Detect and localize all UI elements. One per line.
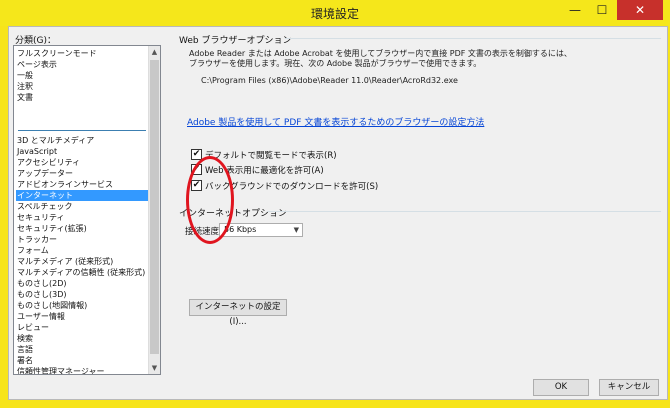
web-browser-heading: Web ブラウザーオプション	[179, 36, 292, 46]
close-button[interactable]: ✕	[617, 0, 663, 20]
list-item[interactable]: スペルチェック	[16, 201, 148, 212]
minimize-button[interactable]: —	[562, 0, 588, 20]
reader-path: C:\Program Files (x86)\Adobe\Reader 11.0…	[201, 76, 458, 85]
list-item[interactable]: ユーザー情報	[16, 311, 148, 322]
checkbox-read-mode[interactable]: ✔	[191, 149, 202, 160]
scroll-down-icon[interactable]: ▼	[149, 362, 160, 374]
list-item[interactable]: トラッカー	[16, 234, 148, 245]
list-item[interactable]: セキュリティ	[16, 212, 148, 223]
group-divider	[285, 38, 661, 39]
checkbox-background-download[interactable]: ✔	[191, 180, 202, 191]
list-item[interactable]: ページ表示	[16, 59, 148, 70]
dialog-body: 分類(G)： ▲ ▼ フルスクリーンモード ページ表示 一般 注釈 文書 3D とマルチメ…	[8, 26, 668, 400]
checkbox-background-download-label[interactable]: バックグラウンドでのダウンロードを許可(S)	[205, 180, 378, 192]
category-scrollbar[interactable]: ▲ ▼	[148, 46, 160, 374]
list-item[interactable]: アクセシビリティ	[16, 157, 148, 168]
chevron-down-icon: ▼	[293, 226, 299, 234]
list-item[interactable]: アドビオンラインサービス	[16, 179, 148, 190]
list-item[interactable]: 3D とマルチメディア	[16, 135, 148, 146]
internet-options-heading: インターネットオプション	[179, 209, 288, 219]
checkbox-fast-web-view[interactable]: ✔	[191, 164, 202, 175]
list-item[interactable]: フォーム	[16, 245, 148, 256]
list-item[interactable]: レビュー	[16, 322, 148, 333]
list-item[interactable]: アップデーター	[16, 168, 148, 179]
checkbox-read-mode-label[interactable]: デフォルトで閲覧モードで表示(R)	[205, 149, 337, 161]
list-item[interactable]: 検索	[16, 333, 148, 344]
list-item[interactable]: 文書	[16, 92, 148, 103]
preferences-window: 環境設定 — ☐ ✕ 分類(G)： ▲ ▼ フルスクリーンモード ページ表示 一般注…	[0, 0, 670, 408]
list-item[interactable]: ものさし(2D)	[16, 278, 148, 289]
category-separator	[18, 130, 146, 131]
list-item[interactable]: インターネット	[16, 190, 148, 201]
list-item[interactable]: 署名	[16, 355, 148, 366]
category-list[interactable]: ▲ ▼ フルスクリーンモード ページ表示 一般 注釈 文書 3D とマルチメディア Java…	[13, 45, 161, 375]
list-item[interactable]: 一般	[16, 70, 148, 81]
connection-speed-value: 56 Kbps	[224, 225, 257, 234]
browser-description-line2: ブラウザーを使用します。現在、次の Adobe 製品がブラウザーで使用できます。	[189, 59, 482, 68]
list-item[interactable]: セキュリティ(拡張)	[16, 223, 148, 234]
title-bar[interactable]: 環境設定 — ☐ ✕	[0, 0, 670, 26]
list-item[interactable]: 言語	[16, 344, 148, 355]
ok-button[interactable]: OK	[533, 379, 589, 396]
maximize-button[interactable]: ☐	[589, 0, 615, 20]
scroll-up-icon[interactable]: ▲	[149, 46, 160, 58]
checkbox-fast-web-view-label[interactable]: Web 表示用に最適化を許可(A)	[205, 164, 324, 176]
list-item[interactable]: 信頼性管理マネージャー	[16, 366, 148, 374]
scroll-thumb[interactable]	[150, 60, 159, 354]
group-divider	[267, 211, 661, 212]
list-item[interactable]: ものさし(3D)	[16, 289, 148, 300]
connection-speed-select[interactable]: 56 Kbps ▼	[219, 223, 303, 237]
list-item[interactable]: マルチメディア (従来形式)	[16, 256, 148, 267]
internet-settings-button[interactable]: インターネットの設定(I)...	[189, 299, 287, 327]
list-item[interactable]: ものさし(地図情報)	[16, 300, 148, 311]
browser-setup-link[interactable]: Adobe 製品を使用して PDF 文書を表示するためのブラウザーの設定方法	[187, 115, 484, 128]
cancel-button[interactable]: キャンセル	[599, 379, 659, 396]
list-item[interactable]: マルチメディアの信頼性 (従来形式)	[16, 267, 148, 278]
list-item[interactable]: フルスクリーンモード	[16, 48, 148, 59]
list-item[interactable]: 注釈	[16, 81, 148, 92]
list-item[interactable]: JavaScript	[16, 146, 148, 157]
